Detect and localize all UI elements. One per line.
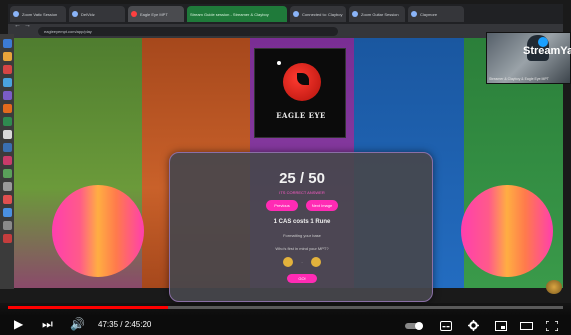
eagle-eye-logo: EAGLE EYE bbox=[254, 48, 346, 138]
next-video-icon[interactable]: ⏭ bbox=[42, 318, 53, 330]
app-icon[interactable] bbox=[2, 156, 12, 165]
progress-bar[interactable] bbox=[8, 306, 563, 309]
previous-button[interactable]: Previous bbox=[266, 200, 298, 211]
app-icon[interactable] bbox=[2, 117, 12, 126]
cost-text: 1 CAS costs 1 Rune bbox=[273, 219, 331, 225]
next-button[interactable]: Next Image bbox=[306, 200, 338, 211]
gear-icon bbox=[468, 320, 479, 331]
webcam-caption: Streamer & Clayboy & Eagle Eye MPT bbox=[489, 77, 549, 81]
play-icon[interactable]: ▶ bbox=[14, 318, 23, 330]
progress-fill bbox=[8, 306, 168, 309]
game-panel: 25 / 50 ITS CORRECT ANSWER Previous Next… bbox=[169, 152, 433, 302]
browser-chrome: Zoom Vatic Session DelVidz Eagle Eye MPT… bbox=[8, 4, 563, 38]
forward-icon[interactable]: → bbox=[24, 22, 31, 29]
autoplay-toggle[interactable] bbox=[405, 318, 423, 330]
app-icon[interactable] bbox=[2, 104, 12, 113]
app-icon[interactable] bbox=[2, 65, 12, 74]
app-icon[interactable] bbox=[2, 169, 12, 178]
app-icon[interactable] bbox=[2, 52, 12, 61]
logo-text: EAGLE EYE bbox=[276, 111, 326, 120]
app-icon[interactable] bbox=[2, 208, 12, 217]
favicon-icon bbox=[352, 11, 358, 17]
back-icon[interactable]: ← bbox=[14, 22, 21, 29]
coin-icon bbox=[546, 280, 562, 294]
option-buttons: Previous Next Image bbox=[170, 200, 434, 211]
favicon-icon bbox=[13, 11, 19, 17]
favicon-icon bbox=[293, 11, 299, 17]
result-label: ITS CORRECT ANSWER bbox=[279, 190, 325, 195]
app-icon[interactable] bbox=[2, 143, 12, 152]
autoplay-icon bbox=[405, 322, 423, 330]
theater-icon bbox=[520, 322, 533, 330]
taskbar-dock bbox=[0, 34, 14, 289]
right-color-sphere bbox=[461, 185, 553, 277]
star-icon bbox=[277, 61, 281, 65]
app-icon[interactable] bbox=[2, 234, 12, 243]
favicon-icon bbox=[72, 11, 78, 17]
eagle-beak-shape bbox=[297, 73, 309, 85]
webcam-overlay: StreamYard Streamer & Clayboy & Eagle Ey… bbox=[486, 32, 571, 84]
app-icon[interactable] bbox=[2, 195, 12, 204]
go-button[interactable]: GO! bbox=[287, 274, 317, 283]
miniplayer-icon bbox=[495, 321, 507, 331]
address-bar[interactable]: eagleeyempt.com/app/play bbox=[38, 26, 338, 36]
browser-tab-highlighted[interactable]: Stream Guide session - Streamer & Claybo… bbox=[187, 6, 287, 22]
question-text: Who's first in mind your MPT? bbox=[275, 246, 329, 251]
app-icon[interactable] bbox=[2, 130, 12, 139]
miniplayer-button[interactable] bbox=[495, 318, 507, 331]
fullscreen-button[interactable] bbox=[545, 318, 559, 332]
answer-dot[interactable] bbox=[283, 257, 294, 267]
captions-icon bbox=[440, 321, 452, 331]
browser-tab[interactable]: Connected to: Clayboy bbox=[290, 6, 346, 22]
theater-mode-button[interactable] bbox=[520, 318, 533, 330]
app-icon[interactable] bbox=[2, 221, 12, 230]
video-frame: Zoom Vatic Session DelVidz Eagle Eye MPT… bbox=[0, 0, 571, 335]
subtitles-button[interactable] bbox=[440, 318, 452, 331]
app-icon[interactable] bbox=[2, 91, 12, 100]
favicon-icon bbox=[131, 11, 137, 17]
browser-tab[interactable]: Zoom Guitar Session bbox=[349, 6, 405, 22]
browser-tab[interactable]: DelVidz bbox=[69, 6, 125, 22]
score-display: 25 / 50 bbox=[279, 170, 325, 187]
time-display: 47:35 / 2:45:20 bbox=[98, 320, 152, 329]
browser-tab-active[interactable]: Eagle Eye MPT bbox=[128, 6, 184, 22]
volume-icon[interactable]: 🔊 bbox=[70, 318, 85, 330]
separator: · bbox=[301, 259, 303, 265]
app-icon[interactable] bbox=[2, 39, 12, 48]
fullscreen-icon bbox=[545, 320, 559, 332]
tab-bar: Zoom Vatic Session DelVidz Eagle Eye MPT… bbox=[8, 4, 563, 24]
browser-tab[interactable]: Zoom Vatic Session bbox=[10, 6, 66, 22]
settings-button[interactable] bbox=[468, 318, 480, 331]
favicon-icon bbox=[411, 11, 417, 17]
answer-dots: · bbox=[170, 257, 434, 267]
browser-tab[interactable]: Claymore bbox=[408, 6, 464, 22]
app-icon[interactable] bbox=[2, 182, 12, 191]
streamyard-logo: StreamYard bbox=[523, 45, 571, 57]
answer-dot[interactable] bbox=[310, 257, 321, 267]
info-text: Formatting your base bbox=[283, 233, 321, 238]
address-bar-row: eagleeyempt.com/app/play bbox=[8, 24, 563, 38]
left-color-sphere bbox=[52, 185, 144, 277]
app-icon[interactable] bbox=[2, 78, 12, 87]
